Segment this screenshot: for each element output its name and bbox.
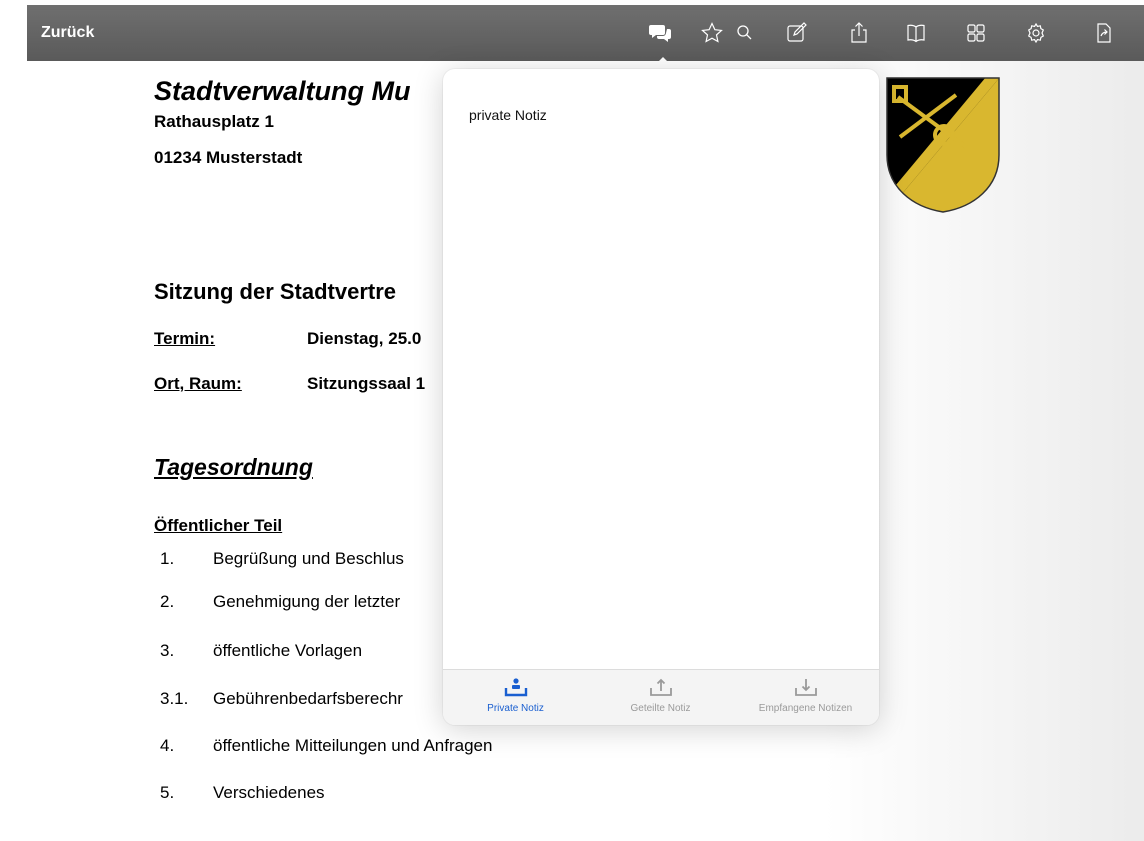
agenda-item-number: 3. [160, 641, 175, 660]
tab-shared-note[interactable]: Geteilte Notiz [588, 674, 733, 724]
private-note-icon [504, 678, 527, 697]
tab-label: Empfangene Notizen [758, 703, 853, 714]
grid-icon[interactable] [961, 18, 991, 48]
tab-label: Geteilte Notiz [630, 703, 691, 714]
upload-icon [649, 678, 672, 696]
agenda-item-text: Verschiedenes [213, 783, 325, 802]
notes-popover: private Notiz Private Notiz Geteilte Not… [443, 69, 879, 725]
book-icon[interactable] [901, 18, 931, 48]
comments-icon[interactable] [645, 18, 675, 48]
meeting-title: Sitzung der Stadtvertre [154, 279, 397, 304]
agenda-item-text: Genehmigung der letzter [213, 592, 401, 611]
download-icon [794, 679, 817, 696]
coat-of-arms-logo [886, 77, 1000, 213]
termin-label: Termin: [154, 329, 216, 348]
back-button[interactable]: Zurück [41, 5, 94, 61]
agenda-item-number: 5. [160, 783, 175, 802]
agenda-item-text: öffentliche Vorlagen [213, 641, 363, 660]
public-section-heading: Öffentlicher Teil [154, 516, 283, 535]
notes-tab-bar: Private Notiz Geteilte Notiz Empfangene … [443, 669, 879, 725]
tab-private-note[interactable]: Private Notiz [443, 674, 588, 724]
share-icon[interactable] [844, 18, 874, 48]
tab-received-notes[interactable]: Empfangene Notizen [733, 674, 878, 724]
note-text-area[interactable]: private Notiz [469, 107, 859, 667]
org-name: Stadtverwaltung Mu [154, 76, 411, 106]
address-line-2: 01234 Musterstadt [154, 148, 303, 167]
agenda-item-number: 3.1. [160, 689, 189, 708]
ort-value: Sitzungssaal 1 [307, 374, 426, 393]
agenda-item-text: Gebührenbedarfsberechr [213, 689, 403, 708]
star-icon[interactable] [697, 18, 727, 48]
top-toolbar: Zurück [27, 5, 1144, 61]
edit-icon[interactable] [782, 18, 812, 48]
settings-icon[interactable] [1021, 18, 1051, 48]
agenda-item-number: 2. [160, 592, 175, 611]
agenda-item-text: Begrüßung und Beschlus [213, 549, 404, 568]
agenda-heading: Tagesordnung [154, 454, 313, 480]
agenda-item-text: öffentliche Mitteilungen und Anfragen [213, 736, 493, 755]
termin-value: Dienstag, 25.0 [307, 329, 422, 348]
popover-arrow [651, 57, 675, 69]
export-icon[interactable] [1089, 18, 1119, 48]
ort-label: Ort, Raum: [154, 374, 242, 393]
agenda-item-number: 4. [160, 736, 175, 755]
search-icon[interactable] [730, 18, 760, 48]
address-line-1: Rathausplatz 1 [154, 112, 274, 131]
tab-label: Private Notiz [487, 703, 544, 714]
agenda-item-number: 1. [160, 549, 175, 568]
